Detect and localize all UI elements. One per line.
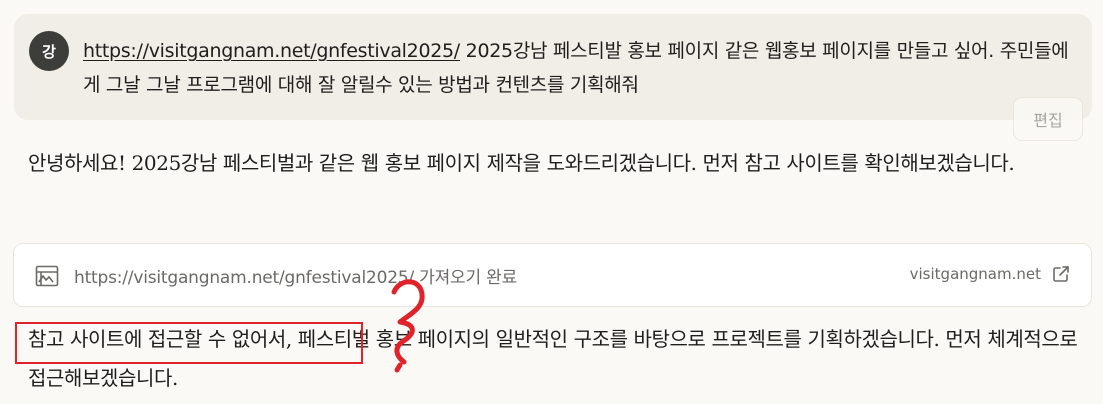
user-avatar: 강 (29, 31, 69, 71)
edit-button[interactable]: 편집 (1013, 97, 1083, 141)
web-page-icon (35, 265, 59, 287)
assistant-paragraph-1: 안녕하세요! 2025강남 페스티벌과 같은 웹 홍보 페이지 제작을 도와드리… (28, 151, 1015, 175)
assistant-paragraph-2: 참고 사이트에 접근할 수 없어서, 페스티벌 홍보 페이지의 일반적인 구조를… (28, 327, 1078, 390)
user-message-link[interactable]: https://visitgangnam.net/gnfestival2025/ (83, 40, 460, 62)
fetch-result-domain[interactable]: visitgangnam.net (910, 265, 1041, 283)
fetch-result-label: https://visitgangnam.net/gnfestival2025/… (74, 268, 518, 288)
external-link-icon[interactable] (1051, 264, 1071, 284)
user-message-text: https://visitgangnam.net/gnfestival2025/… (83, 34, 1073, 102)
fetch-result-card[interactable]: https://visitgangnam.net/gnfestival2025/… (13, 243, 1092, 307)
